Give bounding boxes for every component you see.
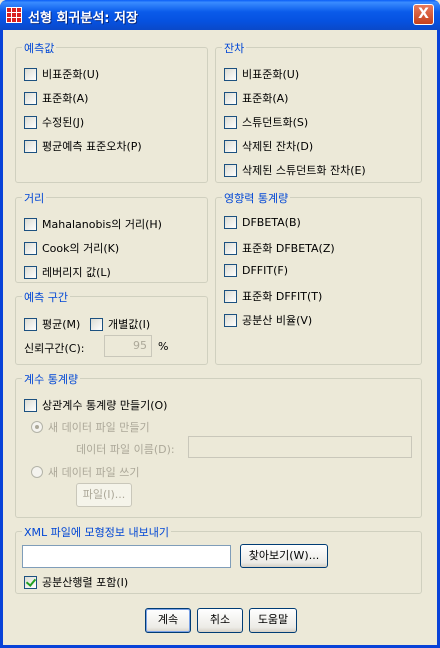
group-title: 잔차 [222, 40, 247, 56]
title-bar[interactable]: 선형 회귀분석: 저장 X [0, 0, 440, 30]
predicted-unstandardized-checkbox[interactable]: 비표준화(U) [24, 66, 99, 82]
checkbox-box[interactable] [224, 241, 237, 255]
checkbox-box[interactable] [224, 91, 237, 105]
checkbox-box[interactable] [24, 398, 37, 412]
checkbox-box[interactable] [90, 317, 103, 331]
radio-button[interactable] [31, 466, 43, 478]
residual-deleted-checkbox[interactable]: 삭제된 잔차(D) [224, 138, 313, 154]
checkbox-box[interactable] [224, 313, 237, 327]
individual-interval-checkbox[interactable]: 개별값(I) [90, 316, 150, 332]
checkbox-box[interactable] [224, 264, 237, 277]
checkbox-box[interactable] [24, 217, 37, 231]
checkbox-box[interactable] [224, 115, 237, 129]
app-icon [6, 7, 22, 23]
checkbox-box[interactable] [224, 67, 237, 81]
cancel-button[interactable]: 취소 [197, 608, 243, 633]
coefficient-statistics-group: 계수 통계량 상관계수 통계량 만들기(O) 새 데이터 파일 만들기 데이터 … [15, 371, 422, 518]
xml-file-path-input[interactable] [22, 545, 231, 568]
write-data-file-radio[interactable]: 새 데이터 파일 쓰기 [31, 464, 139, 480]
standardized-dffit-checkbox[interactable]: 표준화 DFFIT(T) [224, 288, 322, 304]
help-button[interactable]: 도움말 [249, 608, 297, 633]
checkbox-box[interactable] [224, 163, 237, 177]
residual-studentized-checkbox[interactable]: 스튜던트화(S) [224, 114, 308, 130]
predicted-standardized-checkbox[interactable]: 표준화(A) [24, 90, 88, 106]
confidence-interval-label: 신뢰구간(C): [24, 342, 85, 355]
window-title: 선형 회귀분석: 저장 [28, 11, 138, 26]
dffit-checkbox[interactable]: DFFIT(F) [224, 264, 288, 277]
dialog-window: 선형 회귀분석: 저장 X 예측값 비표준화(U) 표준화(A) 수정된(J) … [0, 0, 440, 648]
dataset-name-label: 데이터 파일 이름(D): [76, 443, 175, 456]
predicted-adjusted-checkbox[interactable]: 수정된(J) [24, 114, 84, 130]
residual-standardized-checkbox[interactable]: 표준화(A) [224, 90, 288, 106]
new-dataset-radio[interactable]: 새 데이터 파일 만들기 [31, 419, 150, 435]
mean-interval-checkbox[interactable]: 평균(M) [24, 316, 80, 332]
checkbox-box[interactable] [24, 91, 37, 105]
dfbeta-checkbox[interactable]: DFBETA(B) [224, 216, 301, 229]
standardized-dfbeta-checkbox[interactable]: 표준화 DFBETA(Z) [224, 240, 335, 256]
group-title: 예측 구간 [22, 289, 70, 305]
predicted-se-checkbox[interactable]: 평균예측 표준오차(P) [24, 138, 142, 154]
radio-button[interactable] [31, 421, 43, 433]
checkbox-box[interactable] [24, 575, 37, 589]
residual-studentized-deleted-checkbox[interactable]: 삭제된 스튜던트화 잔차(E) [224, 162, 366, 178]
checkbox-box[interactable] [24, 265, 37, 279]
residual-unstandardized-checkbox[interactable]: 비표준화(U) [224, 66, 299, 82]
close-button[interactable]: X [413, 4, 434, 25]
group-title: XML 파일에 모형정보 내보내기 [22, 524, 171, 540]
checkbox-box[interactable] [24, 317, 37, 331]
dialog-body: 예측값 비표준화(U) 표준화(A) 수정된(J) 평균예측 표준오차(P) 잔… [3, 30, 437, 645]
leverage-checkbox[interactable]: 레버리지 값(L) [24, 264, 111, 280]
browse-button[interactable]: 찾아보기(W)... [240, 544, 328, 568]
influence-statistics-group: 영향력 통계량 DFBETA(B) 표준화 DFBETA(Z) DFFIT(F)… [215, 190, 422, 365]
xml-export-group: XML 파일에 모형정보 내보내기 찾아보기(W)... 공분산행렬 포함(I) [15, 524, 422, 594]
cooks-distance-checkbox[interactable]: Cook의 거리(K) [24, 240, 119, 256]
checkbox-box[interactable] [24, 67, 37, 81]
checkbox-box[interactable] [24, 139, 37, 153]
checkbox-box[interactable] [224, 289, 237, 303]
group-title: 영향력 통계량 [222, 190, 291, 206]
covariance-ratio-checkbox[interactable]: 공분산 비율(V) [224, 312, 312, 328]
predicted-values-group: 예측값 비표준화(U) 표준화(A) 수정된(J) 평균예측 표준오차(P) [15, 40, 208, 183]
include-covariance-checkbox[interactable]: 공분산행렬 포함(I) [24, 574, 128, 590]
checkbox-box[interactable] [224, 216, 237, 229]
checkbox-box[interactable] [24, 241, 37, 255]
continue-button[interactable]: 계속 [145, 608, 191, 633]
percent-unit: % [158, 340, 169, 353]
prediction-interval-group: 예측 구간 평균(M) 개별값(I) 신뢰구간(C): 95 % [15, 289, 208, 365]
mahalanobis-checkbox[interactable]: Mahalanobis의 거리(H) [24, 216, 162, 232]
residuals-group: 잔차 비표준화(U) 표준화(A) 스튜던트화(S) 삭제된 잔차(D) 삭제된… [215, 40, 422, 183]
checkbox-box[interactable] [24, 115, 37, 129]
confidence-interval-input[interactable]: 95 [104, 335, 152, 357]
group-title: 계수 통계량 [22, 371, 81, 387]
create-coef-stats-checkbox[interactable]: 상관계수 통계량 만들기(O) [24, 397, 167, 413]
file-button[interactable]: 파일(I)... [76, 483, 132, 507]
group-title: 거리 [22, 190, 47, 206]
distances-group: 거리 Mahalanobis의 거리(H) Cook의 거리(K) 레버리지 값… [15, 190, 208, 283]
dataset-name-input[interactable] [188, 436, 412, 458]
checkbox-box[interactable] [224, 139, 237, 153]
group-title: 예측값 [22, 40, 57, 56]
